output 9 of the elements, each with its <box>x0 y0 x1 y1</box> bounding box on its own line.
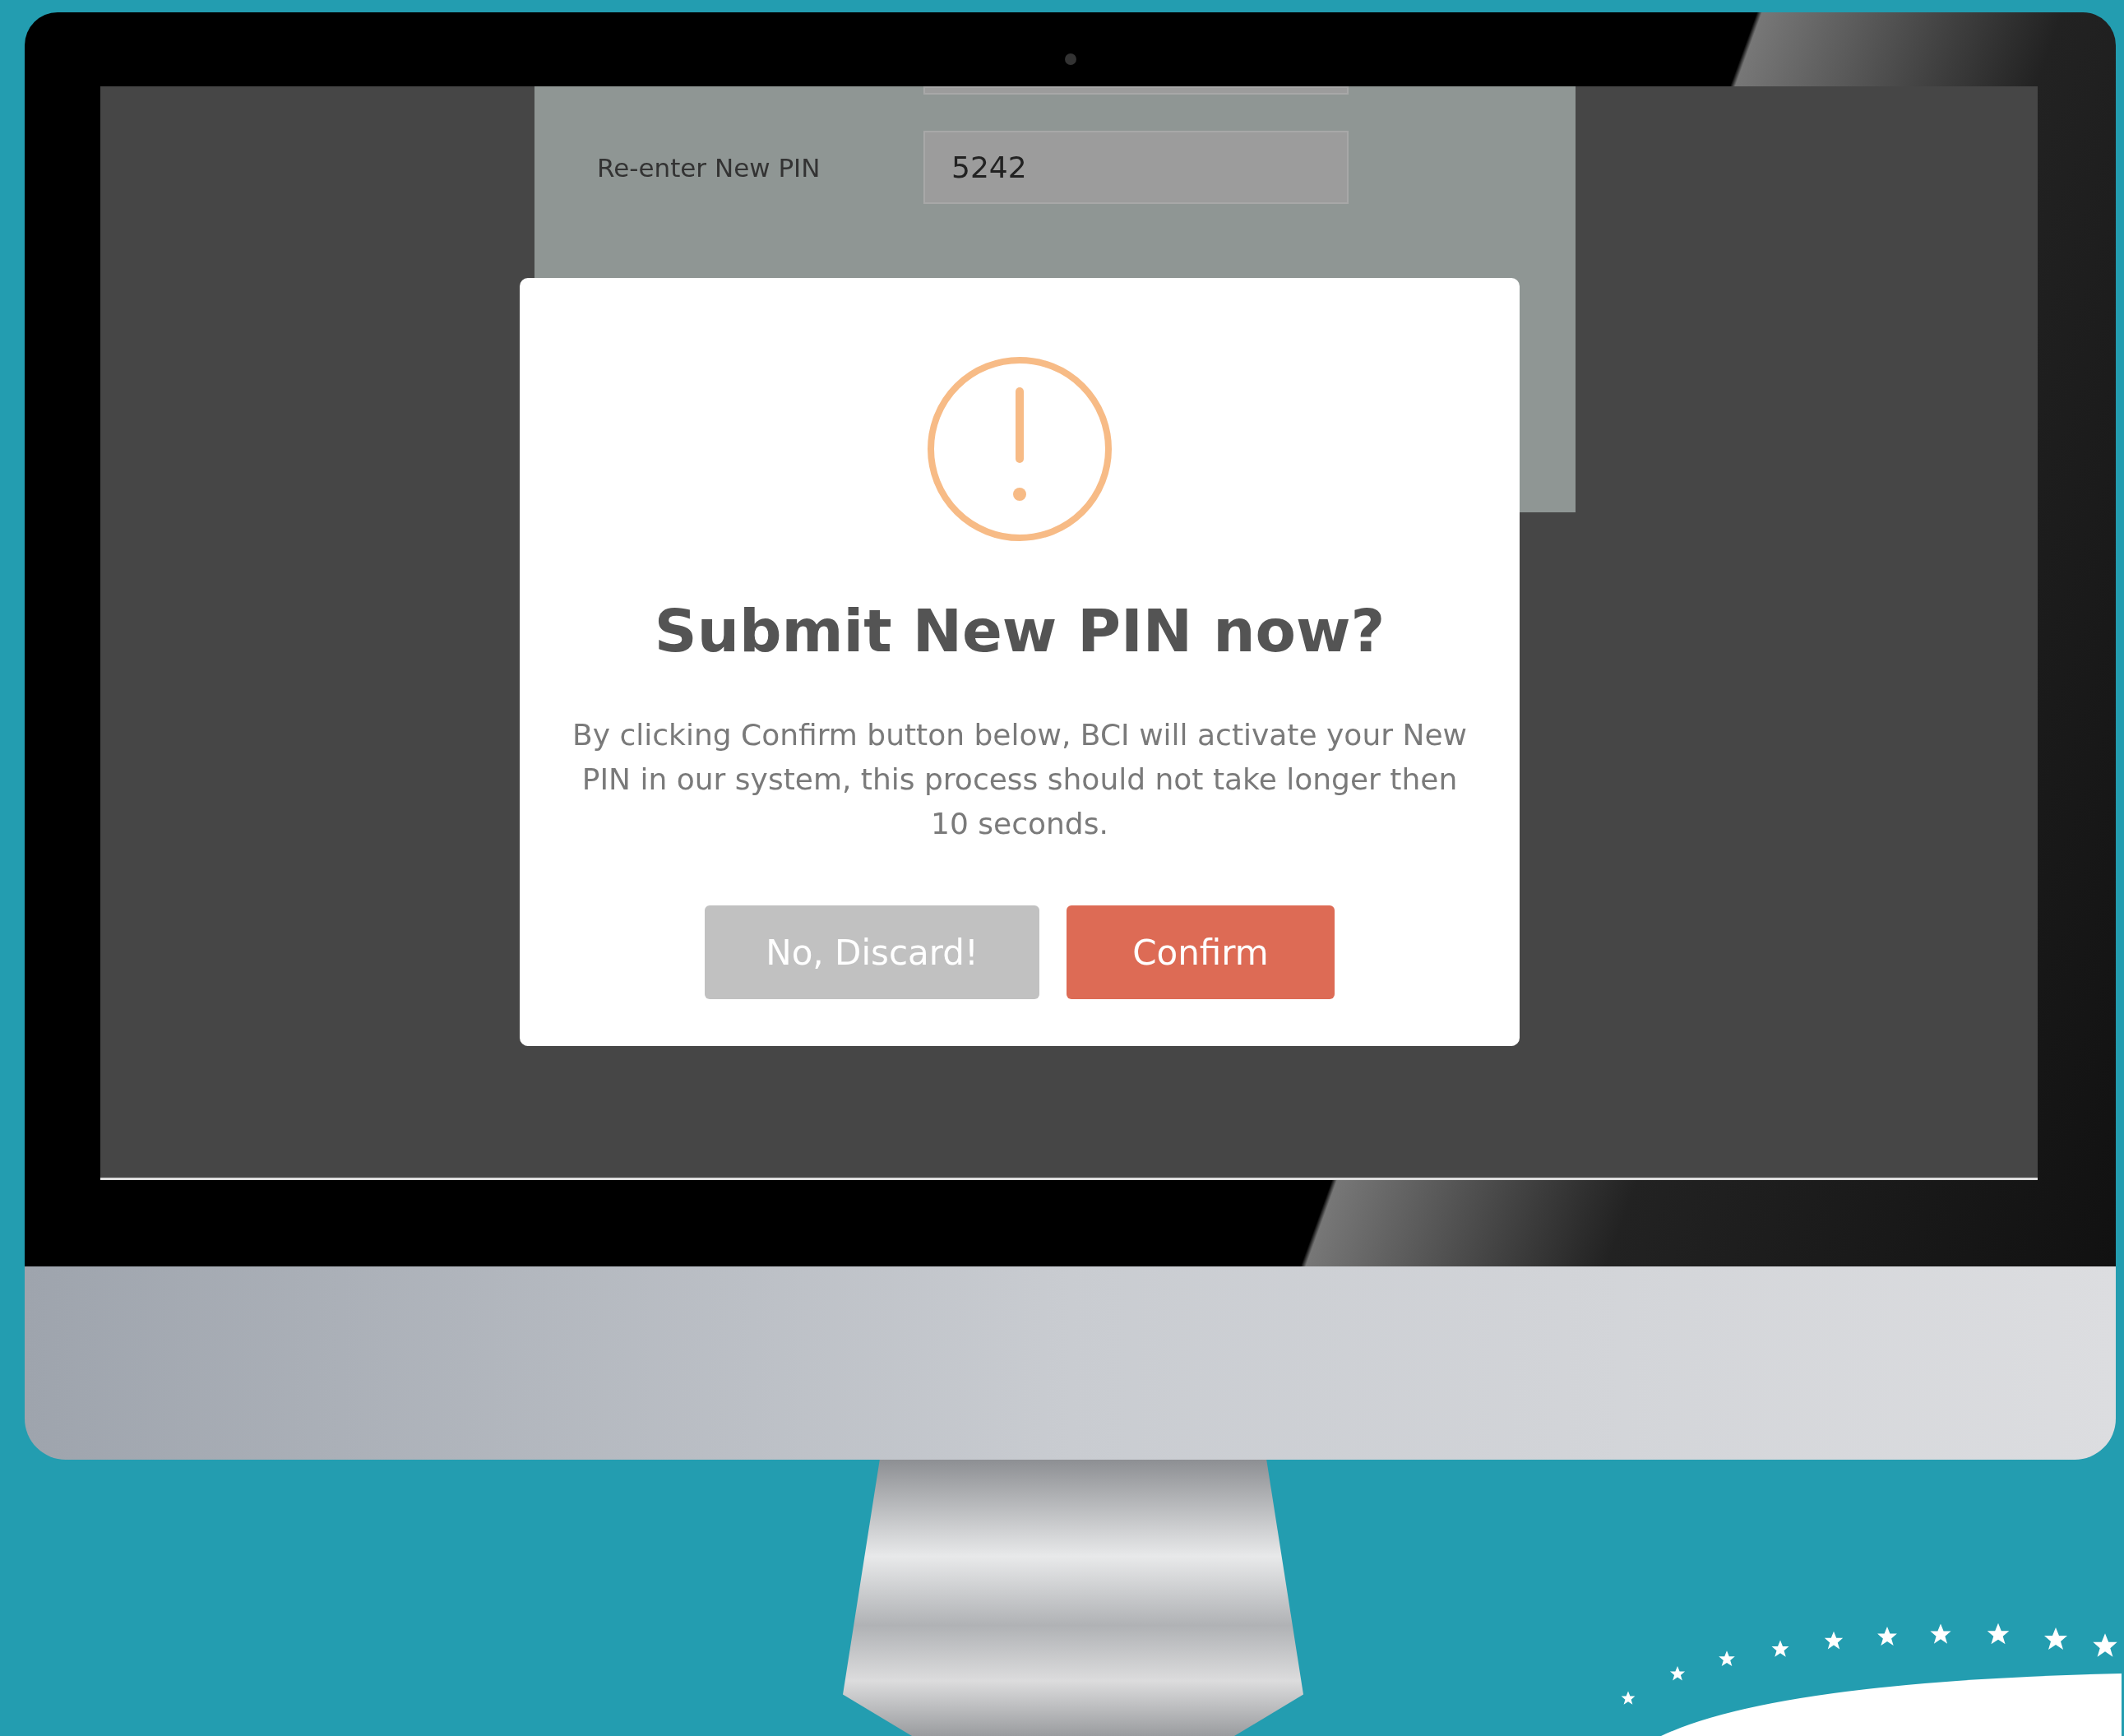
dialog-message: By clicking Confirm button below, BCI will activate your New PIN in our system, this process should not take longer then 10 seconds. <box>571 717 1468 842</box>
pin-input-field[interactable] <box>923 86 1349 95</box>
pin-input-field[interactable]: 5242 <box>923 131 1349 204</box>
dialog-title: Submit New PIN now? <box>654 596 1386 665</box>
camera-icon <box>1065 53 1076 65</box>
confirm-button[interactable]: Confirm <box>1067 905 1335 999</box>
field-label: Re-enter New PIN <box>597 152 821 183</box>
discard-button[interactable]: No, Discard! <box>705 905 1039 999</box>
warning-icon <box>927 356 1113 542</box>
